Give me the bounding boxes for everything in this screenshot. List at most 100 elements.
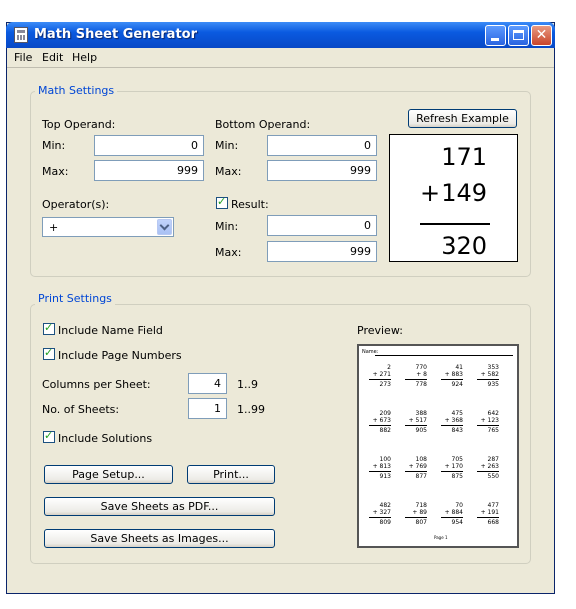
preview-top-operand: 388 [415,410,427,417]
preview-top-operand: 475 [451,410,463,417]
preview-result: 273 [379,381,391,388]
preview-bottom-operand: + 263 [480,463,499,470]
number-of-sheets-label: No. of Sheets: [42,403,120,416]
sheets-range-label: 1..99 [237,403,265,416]
top-operand-label: Top Operand: [42,118,116,131]
top-min-label: Min: [42,139,66,152]
preview-divider [405,379,427,380]
operators-label: Operator(s): [42,198,110,211]
preview-top-operand: 353 [487,364,499,371]
preview-problem: 770 + 8 778 [405,364,427,388]
math-settings-title: Math Settings [35,84,118,97]
preview-result: 913 [379,473,391,480]
preview-result: 882 [379,427,391,434]
preview-top-operand: 2 [387,364,391,371]
menu-help[interactable]: Help [72,51,97,64]
preview-problem: 41 + 883 924 [441,364,463,388]
preview-top-operand: 718 [415,502,427,509]
preview-problem: 108 + 769 877 [405,456,427,480]
maximize-button[interactable] [508,25,529,46]
bottom-max-input[interactable]: 999 [267,160,377,181]
preview-bottom-operand: + 368 [444,417,463,424]
operator-select-value: + [49,221,59,234]
preview-result: 668 [487,519,499,526]
example-divider [420,223,490,225]
result-checkbox[interactable] [216,195,228,209]
preview-problem: 705 + 170 875 [441,456,463,480]
top-max-input[interactable]: 999 [94,160,204,181]
result-min-input[interactable]: 0 [267,215,377,236]
example-result: 320 [441,232,487,260]
preview-divider [477,471,499,472]
top-min-input[interactable]: 0 [94,135,204,156]
maximize-icon [513,30,524,40]
print-settings-title: Print Settings [35,292,115,305]
preview-bottom-operand: + 89 [412,509,427,516]
preview-result: 935 [487,381,499,388]
preview-result: 924 [451,381,463,388]
preview-divider [405,425,427,426]
menu-file[interactable]: File [14,51,32,64]
title-bar[interactable]: Math Sheet Generator ✕ [6,22,555,48]
preview-top-operand: 70 [455,502,463,509]
example-bottom-operand: 149 [441,179,487,207]
preview-bottom-operand: + 884 [444,509,463,516]
preview-divider [369,425,391,426]
preview-divider [369,379,391,380]
bottom-min-input[interactable]: 0 [267,135,377,156]
result-max-label: Max: [215,246,242,259]
preview-result: 809 [379,519,391,526]
preview-top-operand: 770 [415,364,427,371]
page-setup-button[interactable]: Page Setup... [44,465,173,484]
preview-problem: 100 + 813 913 [369,456,391,480]
preview-bottom-operand: + 673 [372,417,391,424]
minimize-icon [491,38,499,41]
preview-divider [477,379,499,380]
columns-per-sheet-input[interactable]: 4 [188,373,227,394]
bottom-min-label: Min: [215,139,239,152]
menu-edit[interactable]: Edit [42,51,63,64]
preview-divider [441,517,463,518]
preview-top-operand: 705 [451,456,463,463]
preview-problem: 70 + 884 954 [441,502,463,526]
calculator-sheet-icon [14,27,28,43]
include-name-field-checkbox[interactable] [43,321,55,335]
refresh-example-button[interactable]: Refresh Example [408,109,517,128]
close-button[interactable]: ✕ [531,25,552,46]
include-solutions-checkbox[interactable] [43,429,55,443]
preview-divider [441,425,463,426]
preview-problem: 287 + 263 550 [477,456,499,480]
include-page-numbers-checkbox[interactable] [43,346,55,360]
window-title: Math Sheet Generator [34,27,197,42]
preview-bottom-operand: + 327 [372,509,391,516]
preview-bottom-operand: + 813 [372,463,391,470]
preview-divider [405,517,427,518]
preview-result: 843 [451,427,463,434]
example-operator: + [420,179,441,207]
preview-problem: 475 + 368 843 [441,410,463,434]
print-button[interactable]: Print... [187,465,275,484]
save-sheets-pdf-button[interactable]: Save Sheets as PDF... [44,497,275,516]
preview-divider [441,471,463,472]
menu-bar: File Edit Help [7,48,554,68]
columns-per-sheet-label: Columns per Sheet: [42,378,151,391]
preview-problem: 477 + 191 668 [477,502,499,526]
preview-bottom-operand: + 517 [408,417,427,424]
minimize-button[interactable] [485,25,506,46]
columns-range-label: 1..9 [237,378,258,391]
number-of-sheets-input[interactable]: 1 [188,398,227,419]
include-page-numbers-label: Include Page Numbers [58,349,182,362]
result-max-input[interactable]: 999 [267,241,377,262]
preview-bottom-operand: + 271 [372,371,391,378]
preview-problem: 353 + 582 935 [477,364,499,388]
save-sheets-images-button[interactable]: Save Sheets as Images... [44,529,275,548]
bottom-operand-label: Bottom Operand: [215,118,311,131]
preview-page-number: Page 1 [434,535,448,540]
preview-result: 875 [451,473,463,480]
preview-divider [477,517,499,518]
example-problem: 171 + 149 320 [389,134,518,262]
chevron-down-icon[interactable] [157,219,172,235]
preview-name-line [375,355,513,356]
preview-divider [441,379,463,380]
operator-select[interactable]: + [42,217,174,237]
